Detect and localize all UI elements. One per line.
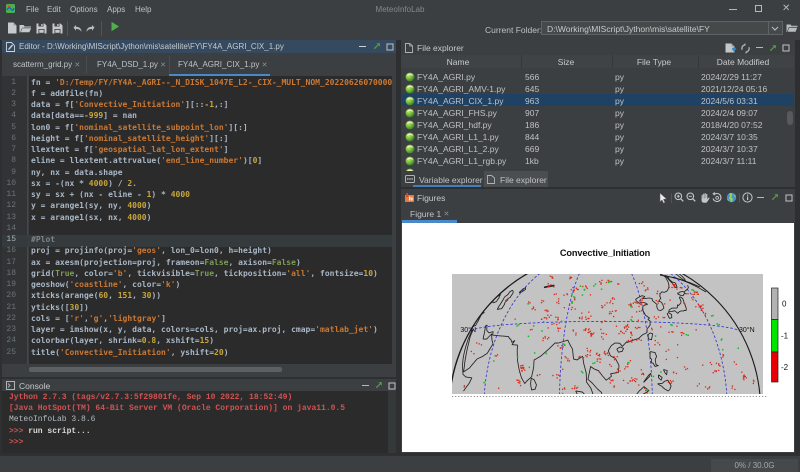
svg-text:0: 0 bbox=[782, 300, 787, 309]
svg-text:-1: -1 bbox=[781, 332, 789, 341]
svg-text:Convective_Initiation: Convective_Initiation bbox=[560, 248, 651, 258]
svg-text:-2: -2 bbox=[781, 363, 789, 372]
svg-text:30°N: 30°N bbox=[739, 326, 755, 334]
svg-text:30°N: 30°N bbox=[460, 326, 476, 334]
